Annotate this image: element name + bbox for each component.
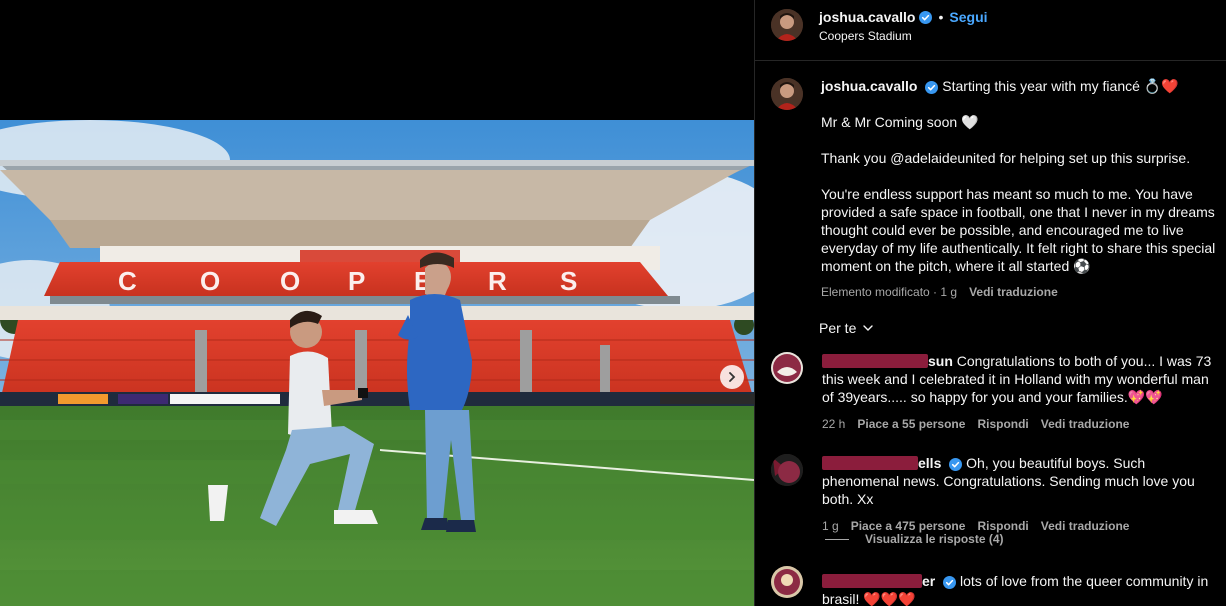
view-replies-label: Visualizza le risposte (4)	[865, 532, 1004, 546]
svg-text:C: C	[118, 266, 137, 296]
comment-username-suffix[interactable]: er	[922, 573, 935, 589]
media-pane: COO PERS	[0, 0, 754, 606]
avatar[interactable]	[771, 9, 803, 41]
svg-text:R: R	[488, 266, 507, 296]
svg-text:O: O	[280, 266, 300, 296]
comment-sort-label: Per te	[819, 320, 857, 336]
caption-meta: Elemento modificato · 1 g Vedi traduzion…	[821, 283, 1216, 301]
redacted-username[interactable]	[822, 574, 922, 588]
caption-translate-link[interactable]: Vedi traduzione	[969, 283, 1058, 301]
comment-time: 22 h	[822, 417, 846, 431]
svg-text:O: O	[200, 266, 220, 296]
avatar[interactable]	[771, 454, 803, 486]
caption-first-line: joshua.cavallo Starting this year with m…	[821, 77, 1216, 95]
svg-text:P: P	[348, 266, 365, 296]
user-avatar-image	[771, 78, 803, 110]
caption-edited: Elemento modificato · 1 g	[821, 285, 958, 299]
comment-username-suffix[interactable]: ells	[918, 455, 941, 471]
reply-button[interactable]: Rispondi	[977, 415, 1028, 433]
author-username[interactable]: joshua.cavallo	[819, 9, 915, 25]
translate-link[interactable]: Vedi traduzione	[1041, 517, 1130, 535]
chevron-down-icon	[863, 325, 874, 331]
svg-text:S: S	[560, 266, 577, 296]
avatar[interactable]	[771, 352, 803, 384]
caption-username[interactable]: joshua.cavallo	[821, 78, 917, 94]
separator-dot: •	[938, 9, 944, 25]
comment-body: ells Oh, you beautiful boys. Such phenom…	[822, 454, 1217, 535]
caption-text: joshua.cavallo Starting this year with m…	[821, 77, 1216, 301]
post-author: joshua.cavallo • Segui	[819, 9, 988, 25]
replies-divider-line	[825, 538, 849, 540]
chevron-right-icon	[729, 372, 736, 382]
stadium-proposal-image: COO PERS	[0, 120, 754, 606]
avatar[interactable]	[771, 78, 803, 110]
verified-badge-icon	[925, 80, 939, 94]
caption-line-1: Starting this year with my fiancé 💍❤️	[942, 78, 1179, 94]
view-replies-button[interactable]: Visualizza le risposte (4)	[825, 532, 1004, 546]
redacted-username[interactable]	[822, 456, 918, 470]
avatar[interactable]	[771, 566, 803, 598]
verified-badge-icon	[943, 575, 957, 589]
caption-line-2: Mr & Mr Coming soon 🤍	[821, 114, 979, 130]
user-avatar-image	[771, 9, 803, 41]
commenter-avatar-image	[771, 454, 803, 486]
verified-badge-icon	[949, 457, 963, 471]
comment-username-suffix[interactable]: sun	[928, 353, 953, 369]
post-side-panel: joshua.cavallo • Segui Coopers Stadium j…	[754, 0, 1226, 606]
verified-badge-icon	[919, 10, 933, 24]
caption-line-4: You're endless support has meant so much…	[821, 186, 1216, 274]
post-header: joshua.cavallo • Segui Coopers Stadium	[755, 0, 1226, 61]
comment-meta: 22 h Piace a 55 persone Rispondi Vedi tr…	[822, 415, 1217, 433]
comment-likes[interactable]: Piace a 55 persone	[857, 415, 965, 433]
commenter-avatar-image	[771, 566, 803, 598]
follow-button[interactable]: Segui	[949, 9, 987, 25]
comment-body: sun Congratulations to both of you... I …	[822, 352, 1217, 433]
redacted-username[interactable]	[822, 354, 928, 368]
commenter-avatar-image	[771, 352, 803, 384]
post-photo[interactable]: COO PERS	[0, 120, 754, 606]
post-location[interactable]: Coopers Stadium	[819, 29, 912, 43]
comment-sort-dropdown[interactable]: Per te	[819, 320, 874, 336]
translate-link[interactable]: Vedi traduzione	[1041, 415, 1130, 433]
next-photo-button[interactable]	[720, 365, 744, 389]
caption-line-3: Thank you @adelaideunited for helping se…	[821, 150, 1191, 166]
comment-body: er lots of love from the queer community…	[822, 572, 1217, 606]
